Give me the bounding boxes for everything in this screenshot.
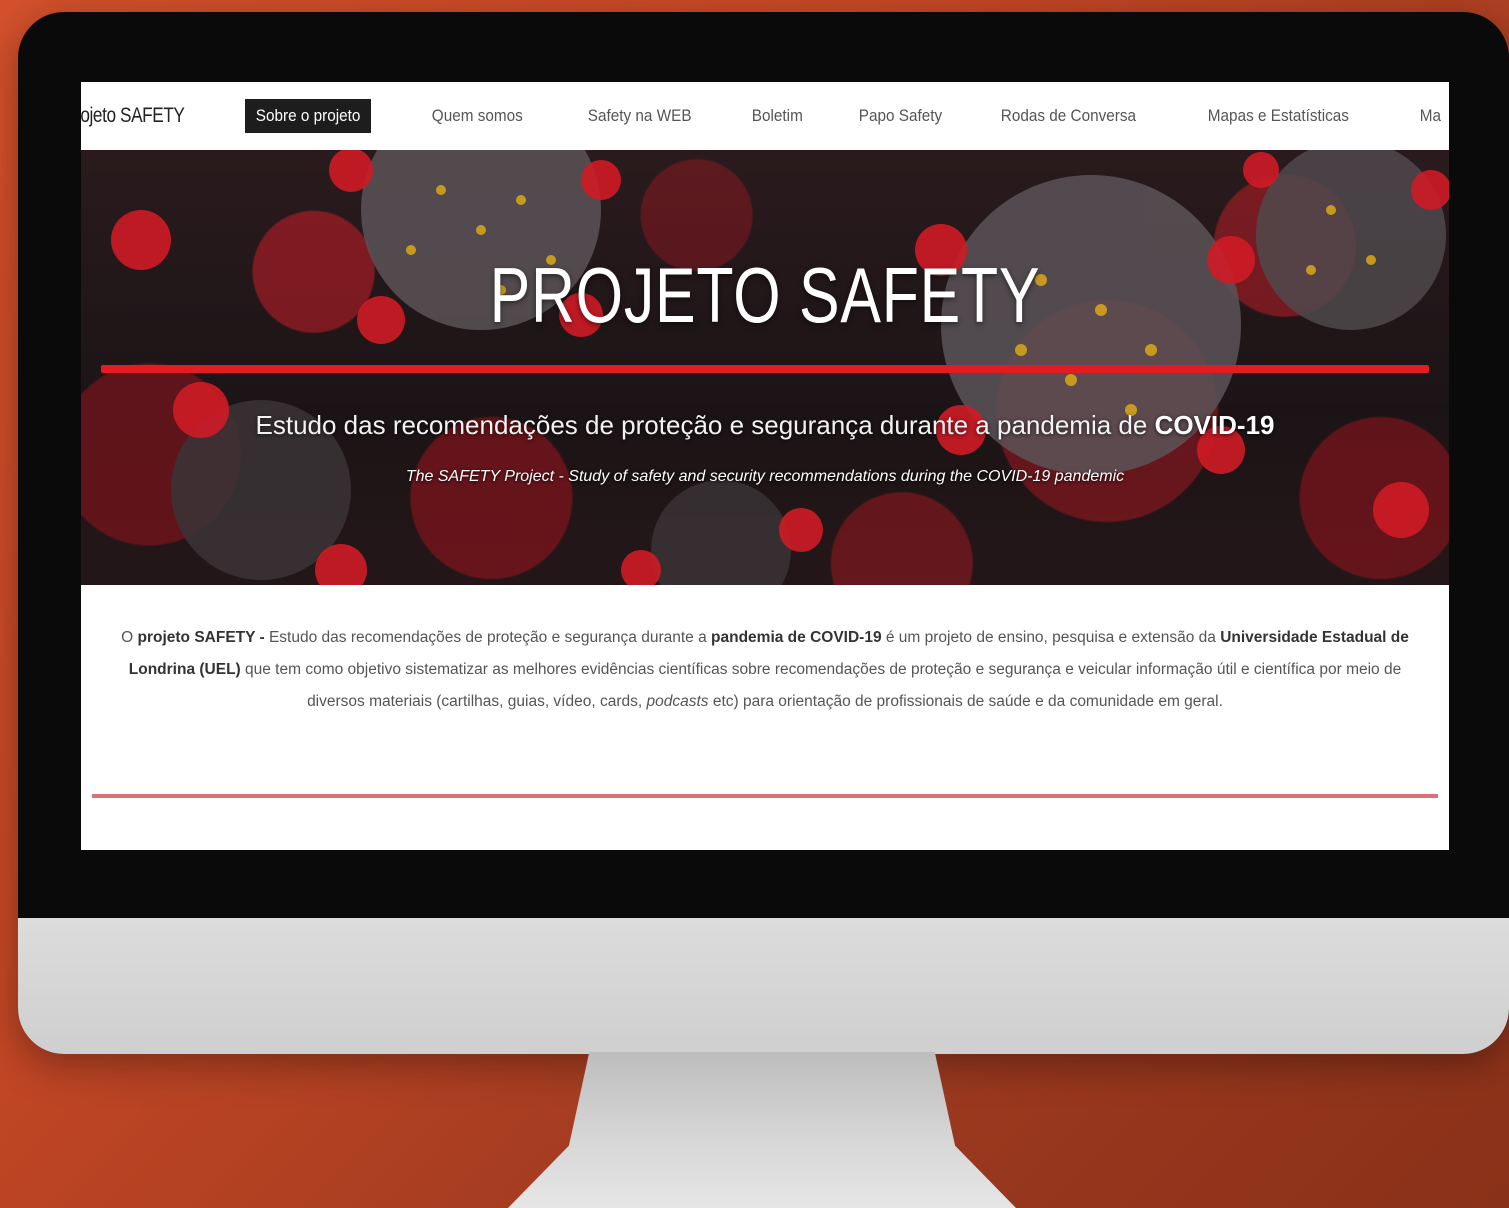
hero-subtitle-bold: COVID-19 — [1154, 410, 1275, 440]
intro-text: é um projeto de ensino, pesquisa e exten… — [881, 629, 1221, 646]
intro-italic-podcasts: podcasts — [646, 693, 709, 710]
hero-subtitle: Estudo das recomendações de proteção e s… — [81, 410, 1449, 441]
intro-bold-project: projeto SAFETY - — [137, 629, 265, 646]
intro-text: etc) para orientação de profissionais de… — [708, 693, 1223, 710]
intro-bold-pandemic: pandemia de COVID-19 — [711, 629, 882, 646]
intro-text: Estudo das recomendações de proteção e s… — [264, 629, 712, 646]
nav-item-rodas-de-conversa[interactable]: Rodas de Conversa — [990, 99, 1147, 133]
nav-item-sobre-o-projeto[interactable]: Sobre o projeto — [245, 99, 372, 133]
monitor-chin — [18, 918, 1509, 1054]
intro-text: O — [121, 629, 138, 646]
nav-item-safety-na-web[interactable]: Safety na WEB — [577, 99, 702, 133]
hero-banner: PROJETO SAFETY Estudo das recomendações … — [81, 150, 1449, 585]
hero-divider — [101, 365, 1429, 373]
content-divider — [92, 794, 1438, 798]
browser-viewport: rojeto SAFETY Sobre o projeto Quem somos… — [81, 82, 1449, 850]
hero-subtitle-text: Estudo das recomendações de proteção e s… — [255, 410, 1148, 440]
nav-item-quem-somos[interactable]: Quem somos — [421, 99, 534, 133]
nav-item-mapas-e-estatisticas[interactable]: Mapas e Estatísticas — [1197, 99, 1360, 133]
top-navigation: rojeto SAFETY Sobre o projeto Quem somos… — [81, 82, 1449, 150]
site-brand[interactable]: rojeto SAFETY — [81, 104, 185, 128]
monitor-stand — [508, 1052, 1016, 1208]
hero-english-subtitle: The SAFETY Project - Study of safety and… — [405, 468, 1125, 485]
nav-item-papo-safety[interactable]: Papo Safety — [848, 99, 953, 133]
nav-item-boletim[interactable]: Boletim — [741, 99, 814, 133]
intro-paragraph: O projeto SAFETY - Estudo das recomendaç… — [101, 622, 1429, 718]
hero-title: PROJETO SAFETY — [489, 251, 1041, 339]
nav-item-more[interactable]: Ma — [1409, 99, 1449, 133]
